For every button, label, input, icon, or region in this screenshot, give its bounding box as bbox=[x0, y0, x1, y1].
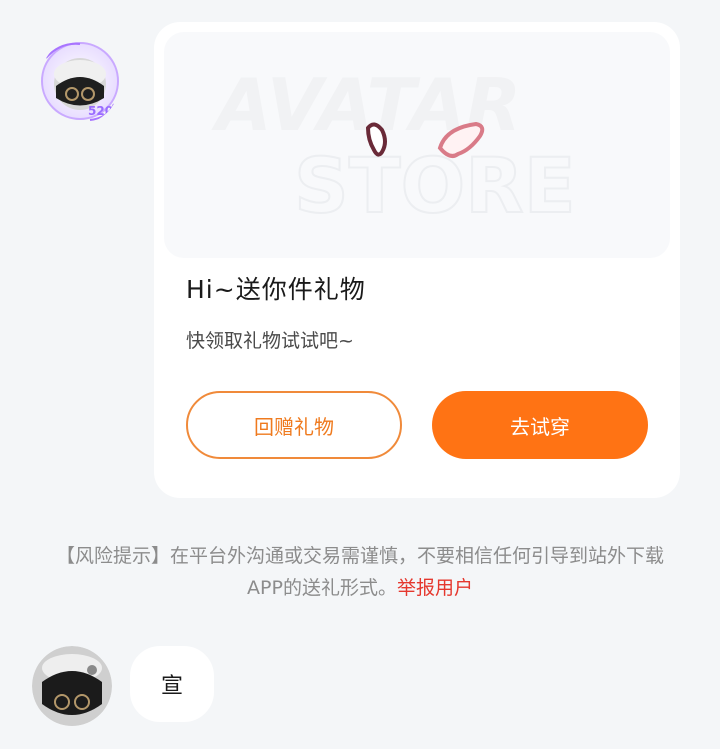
gift-subtitle: 快领取礼物试试吧~ bbox=[186, 330, 354, 352]
message-bubble[interactable]: 宣 bbox=[130, 646, 214, 722]
avatar-store-banner[interactable]: AVATAR STORE bbox=[164, 32, 670, 258]
banner-line2: STORE bbox=[294, 141, 576, 230]
sender-avatar[interactable]: 520 bbox=[40, 38, 120, 124]
avatar-image-icon bbox=[32, 646, 112, 726]
avatar-badge: 520 bbox=[88, 104, 114, 118]
report-user-link[interactable]: 举报用户 bbox=[397, 577, 473, 599]
gift-card: AVATAR STORE Hi~送你件礼物 快领取礼物试试吧~ 回赠礼物 去试穿 bbox=[154, 22, 680, 498]
try-on-button[interactable]: 去试穿 bbox=[432, 391, 648, 459]
return-gift-button[interactable]: 回赠礼物 bbox=[186, 391, 402, 459]
message-text: 宣 bbox=[160, 674, 183, 699]
gift-title: Hi~送你件礼物 bbox=[186, 275, 366, 304]
wings-illustration-icon: AVATAR STORE bbox=[211, 63, 577, 231]
user-avatar[interactable] bbox=[32, 646, 112, 726]
risk-notice-text: 【风险提示】在平台外沟通或交易需谨慎，不要相信任何引导到站外下载APP的送礼形式… bbox=[55, 545, 664, 599]
risk-notice: 【风险提示】在平台外沟通或交易需谨慎，不要相信任何引导到站外下载APP的送礼形式… bbox=[40, 540, 680, 604]
